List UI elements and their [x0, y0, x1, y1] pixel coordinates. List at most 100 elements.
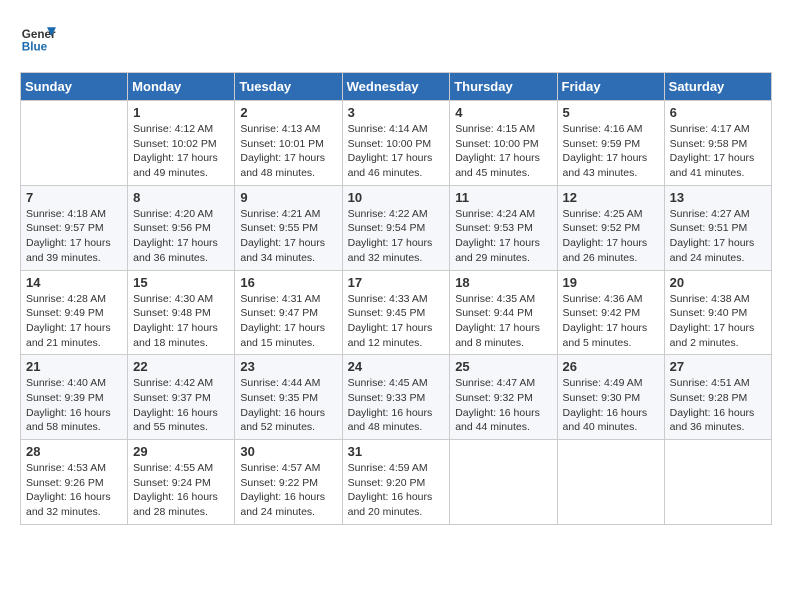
day-info: Sunrise: 4:18 AM Sunset: 9:57 PM Dayligh… [26, 207, 122, 266]
day-info: Sunrise: 4:25 AM Sunset: 9:52 PM Dayligh… [563, 207, 659, 266]
day-info: Sunrise: 4:40 AM Sunset: 9:39 PM Dayligh… [26, 376, 122, 435]
weekday-header-wednesday: Wednesday [342, 73, 450, 101]
calendar-cell: 4 Sunrise: 4:15 AM Sunset: 10:00 PM Dayli… [450, 101, 557, 186]
week-row-5: 28 Sunrise: 4:53 AM Sunset: 9:26 PM Dayli… [21, 440, 772, 525]
calendar-cell: 6Sunrise: 4:17 AM Sunset: 9:58 PM Daylig… [664, 101, 771, 186]
calendar-cell [664, 440, 771, 525]
calendar-cell [450, 440, 557, 525]
day-number: 18 [455, 275, 551, 290]
day-number: 29 [133, 444, 229, 459]
calendar-table: SundayMondayTuesdayWednesdayThursdayFrid… [20, 72, 772, 525]
day-info: Sunrise: 4:16 AM Sunset: 9:59 PM Dayligh… [563, 122, 659, 181]
week-row-2: 7 Sunrise: 4:18 AM Sunset: 9:57 PM Daylig… [21, 185, 772, 270]
weekday-header-monday: Monday [128, 73, 235, 101]
day-number: 1 [133, 105, 229, 120]
day-number: 4 [455, 105, 551, 120]
day-info: Sunrise: 4:24 AM Sunset: 9:53 PM Dayligh… [455, 207, 551, 266]
day-number: 21 [26, 359, 122, 374]
calendar-cell: 18Sunrise: 4:35 AM Sunset: 9:44 PM Dayli… [450, 270, 557, 355]
calendar-cell: 30 Sunrise: 4:57 AM Sunset: 9:22 PM Dayli… [235, 440, 342, 525]
calendar-cell: 21 Sunrise: 4:40 AM Sunset: 9:39 PM Dayli… [21, 355, 128, 440]
day-info: Sunrise: 4:45 AM Sunset: 9:33 PM Dayligh… [348, 376, 445, 435]
day-number: 30 [240, 444, 336, 459]
day-number: 8 [133, 190, 229, 205]
day-number: 15 [133, 275, 229, 290]
calendar-cell [557, 440, 664, 525]
day-number: 31 [348, 444, 445, 459]
calendar-cell: 2 Sunrise: 4:13 AM Sunset: 10:01 PM Dayli… [235, 101, 342, 186]
day-number: 26 [563, 359, 659, 374]
weekday-header-friday: Friday [557, 73, 664, 101]
day-info: Sunrise: 4:55 AM Sunset: 9:24 PM Dayligh… [133, 461, 229, 520]
calendar-cell: 27 Sunrise: 4:51 AM Sunset: 9:28 PM Dayli… [664, 355, 771, 440]
day-number: 28 [26, 444, 122, 459]
day-info: Sunrise: 4:14 AM Sunset: 10:00 PM Daylig… [348, 122, 445, 181]
calendar-cell: 14 Sunrise: 4:28 AM Sunset: 9:49 PM Dayli… [21, 270, 128, 355]
calendar-cell: 7 Sunrise: 4:18 AM Sunset: 9:57 PM Daylig… [21, 185, 128, 270]
week-row-4: 21 Sunrise: 4:40 AM Sunset: 9:39 PM Dayli… [21, 355, 772, 440]
day-info: Sunrise: 4:53 AM Sunset: 9:26 PM Dayligh… [26, 461, 122, 520]
day-info: Sunrise: 4:21 AM Sunset: 9:55 PM Dayligh… [240, 207, 336, 266]
logo-icon: General Blue [20, 20, 56, 56]
day-info: Sunrise: 4:57 AM Sunset: 9:22 PM Dayligh… [240, 461, 336, 520]
day-info: Sunrise: 4:47 AM Sunset: 9:32 PM Dayligh… [455, 376, 551, 435]
calendar-cell: 28 Sunrise: 4:53 AM Sunset: 9:26 PM Dayli… [21, 440, 128, 525]
calendar-cell: 8 Sunrise: 4:20 AM Sunset: 9:56 PM Daylig… [128, 185, 235, 270]
day-number: 7 [26, 190, 122, 205]
logo: General Blue [20, 20, 56, 56]
day-info: Sunrise: 4:42 AM Sunset: 9:37 PM Dayligh… [133, 376, 229, 435]
calendar-cell: 12 Sunrise: 4:25 AM Sunset: 9:52 PM Dayli… [557, 185, 664, 270]
weekday-header-sunday: Sunday [21, 73, 128, 101]
day-number: 2 [240, 105, 336, 120]
calendar-cell: 9Sunrise: 4:21 AM Sunset: 9:55 PM Daylig… [235, 185, 342, 270]
day-info: Sunrise: 4:22 AM Sunset: 9:54 PM Dayligh… [348, 207, 445, 266]
day-number: 25 [455, 359, 551, 374]
calendar-cell [21, 101, 128, 186]
weekday-header-thursday: Thursday [450, 73, 557, 101]
calendar-cell: 22Sunrise: 4:42 AM Sunset: 9:37 PM Dayli… [128, 355, 235, 440]
day-number: 16 [240, 275, 336, 290]
day-info: Sunrise: 4:38 AM Sunset: 9:40 PM Dayligh… [670, 292, 766, 351]
day-number: 27 [670, 359, 766, 374]
day-info: Sunrise: 4:36 AM Sunset: 9:42 PM Dayligh… [563, 292, 659, 351]
day-info: Sunrise: 4:15 AM Sunset: 10:00 PM Daylig… [455, 122, 551, 181]
day-number: 20 [670, 275, 766, 290]
calendar-cell: 16 Sunrise: 4:31 AM Sunset: 9:47 PM Dayli… [235, 270, 342, 355]
day-info: Sunrise: 4:49 AM Sunset: 9:30 PM Dayligh… [563, 376, 659, 435]
day-info: Sunrise: 4:28 AM Sunset: 9:49 PM Dayligh… [26, 292, 122, 351]
svg-text:Blue: Blue [22, 41, 48, 54]
day-number: 13 [670, 190, 766, 205]
calendar-cell: 26 Sunrise: 4:49 AM Sunset: 9:30 PM Dayli… [557, 355, 664, 440]
page-header: General Blue [20, 20, 772, 56]
day-info: Sunrise: 4:17 AM Sunset: 9:58 PM Dayligh… [670, 122, 766, 181]
day-number: 11 [455, 190, 551, 205]
week-row-3: 14 Sunrise: 4:28 AM Sunset: 9:49 PM Dayli… [21, 270, 772, 355]
calendar-cell: 15 Sunrise: 4:30 AM Sunset: 9:48 PM Dayli… [128, 270, 235, 355]
day-info: Sunrise: 4:13 AM Sunset: 10:01 PM Daylig… [240, 122, 336, 181]
day-number: 5 [563, 105, 659, 120]
day-number: 23 [240, 359, 336, 374]
calendar-cell: 24Sunrise: 4:45 AM Sunset: 9:33 PM Dayli… [342, 355, 450, 440]
day-info: Sunrise: 4:33 AM Sunset: 9:45 PM Dayligh… [348, 292, 445, 351]
calendar-cell: 31 Sunrise: 4:59 AM Sunset: 9:20 PM Dayli… [342, 440, 450, 525]
day-info: Sunrise: 4:27 AM Sunset: 9:51 PM Dayligh… [670, 207, 766, 266]
calendar-cell: 11 Sunrise: 4:24 AM Sunset: 9:53 PM Dayli… [450, 185, 557, 270]
week-row-1: 1Sunrise: 4:12 AM Sunset: 10:02 PM Dayli… [21, 101, 772, 186]
calendar-cell: 19 Sunrise: 4:36 AM Sunset: 9:42 PM Dayli… [557, 270, 664, 355]
day-info: Sunrise: 4:30 AM Sunset: 9:48 PM Dayligh… [133, 292, 229, 351]
weekday-header-saturday: Saturday [664, 73, 771, 101]
day-number: 19 [563, 275, 659, 290]
day-info: Sunrise: 4:51 AM Sunset: 9:28 PM Dayligh… [670, 376, 766, 435]
day-number: 12 [563, 190, 659, 205]
calendar-cell: 10 Sunrise: 4:22 AM Sunset: 9:54 PM Dayli… [342, 185, 450, 270]
weekday-header-tuesday: Tuesday [235, 73, 342, 101]
calendar-cell: 5 Sunrise: 4:16 AM Sunset: 9:59 PM Daylig… [557, 101, 664, 186]
day-number: 14 [26, 275, 122, 290]
day-info: Sunrise: 4:20 AM Sunset: 9:56 PM Dayligh… [133, 207, 229, 266]
calendar-cell: 3Sunrise: 4:14 AM Sunset: 10:00 PM Dayli… [342, 101, 450, 186]
day-number: 17 [348, 275, 445, 290]
day-number: 10 [348, 190, 445, 205]
weekday-header-row: SundayMondayTuesdayWednesdayThursdayFrid… [21, 73, 772, 101]
day-info: Sunrise: 4:31 AM Sunset: 9:47 PM Dayligh… [240, 292, 336, 351]
day-info: Sunrise: 4:59 AM Sunset: 9:20 PM Dayligh… [348, 461, 445, 520]
